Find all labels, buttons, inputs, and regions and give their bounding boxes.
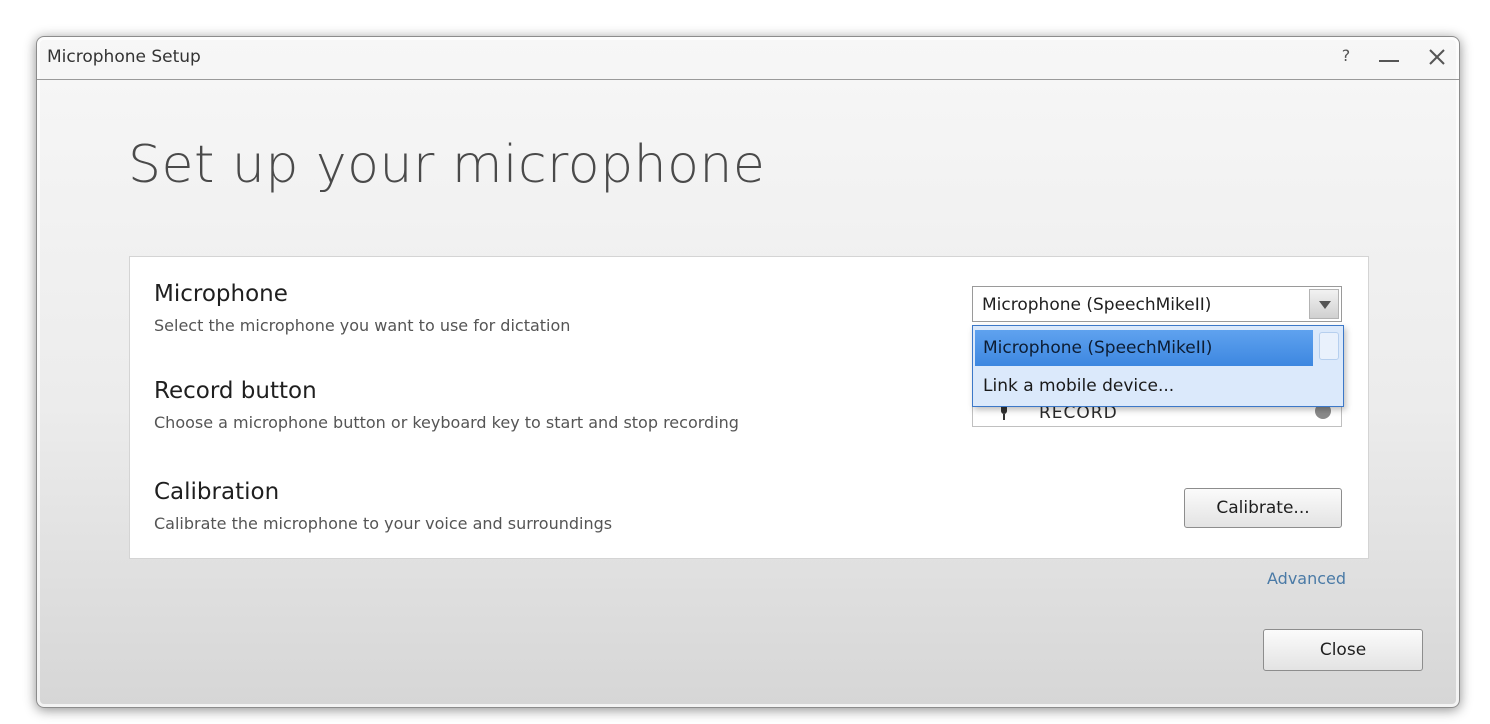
window-title: Microphone Setup bbox=[47, 47, 201, 67]
microphone-dropdown-list: Microphone (SpeechMikeII) Link a mobile … bbox=[972, 325, 1344, 407]
help-icon[interactable]: ? bbox=[1339, 46, 1353, 65]
dropdown-scrollbar[interactable] bbox=[1319, 332, 1339, 360]
calibrate-button[interactable]: Calibrate... bbox=[1184, 488, 1342, 528]
microphone-description: Select the microphone you want to use fo… bbox=[154, 316, 571, 335]
advanced-link[interactable]: Advanced bbox=[1267, 569, 1346, 588]
dropdown-arrow-icon[interactable] bbox=[1309, 289, 1339, 319]
microphone-select-value: Microphone (SpeechMikeII) bbox=[982, 295, 1212, 315]
settings-panel: Microphone Select the microphone you wan… bbox=[129, 256, 1369, 559]
microphone-setup-window: Microphone Setup ? Set up your microphon… bbox=[36, 36, 1460, 708]
dropdown-option-link-mobile[interactable]: Link a mobile device... bbox=[975, 368, 1313, 404]
page-title: Set up your microphone bbox=[128, 135, 766, 195]
record-button-title: Record button bbox=[154, 378, 317, 404]
close-button[interactable]: Close bbox=[1263, 629, 1423, 671]
microphone-title: Microphone bbox=[154, 281, 288, 307]
calibration-title: Calibration bbox=[154, 479, 280, 505]
minimize-icon[interactable] bbox=[1375, 46, 1403, 68]
record-button-description: Choose a microphone button or keyboard k… bbox=[154, 413, 739, 432]
close-icon[interactable] bbox=[1425, 45, 1449, 69]
microphone-select[interactable]: Microphone (SpeechMikeII) bbox=[972, 286, 1342, 322]
dropdown-option-microphone[interactable]: Microphone (SpeechMikeII) bbox=[975, 330, 1313, 366]
calibration-description: Calibrate the microphone to your voice a… bbox=[154, 514, 613, 533]
title-bar: Microphone Setup ? bbox=[37, 37, 1459, 80]
